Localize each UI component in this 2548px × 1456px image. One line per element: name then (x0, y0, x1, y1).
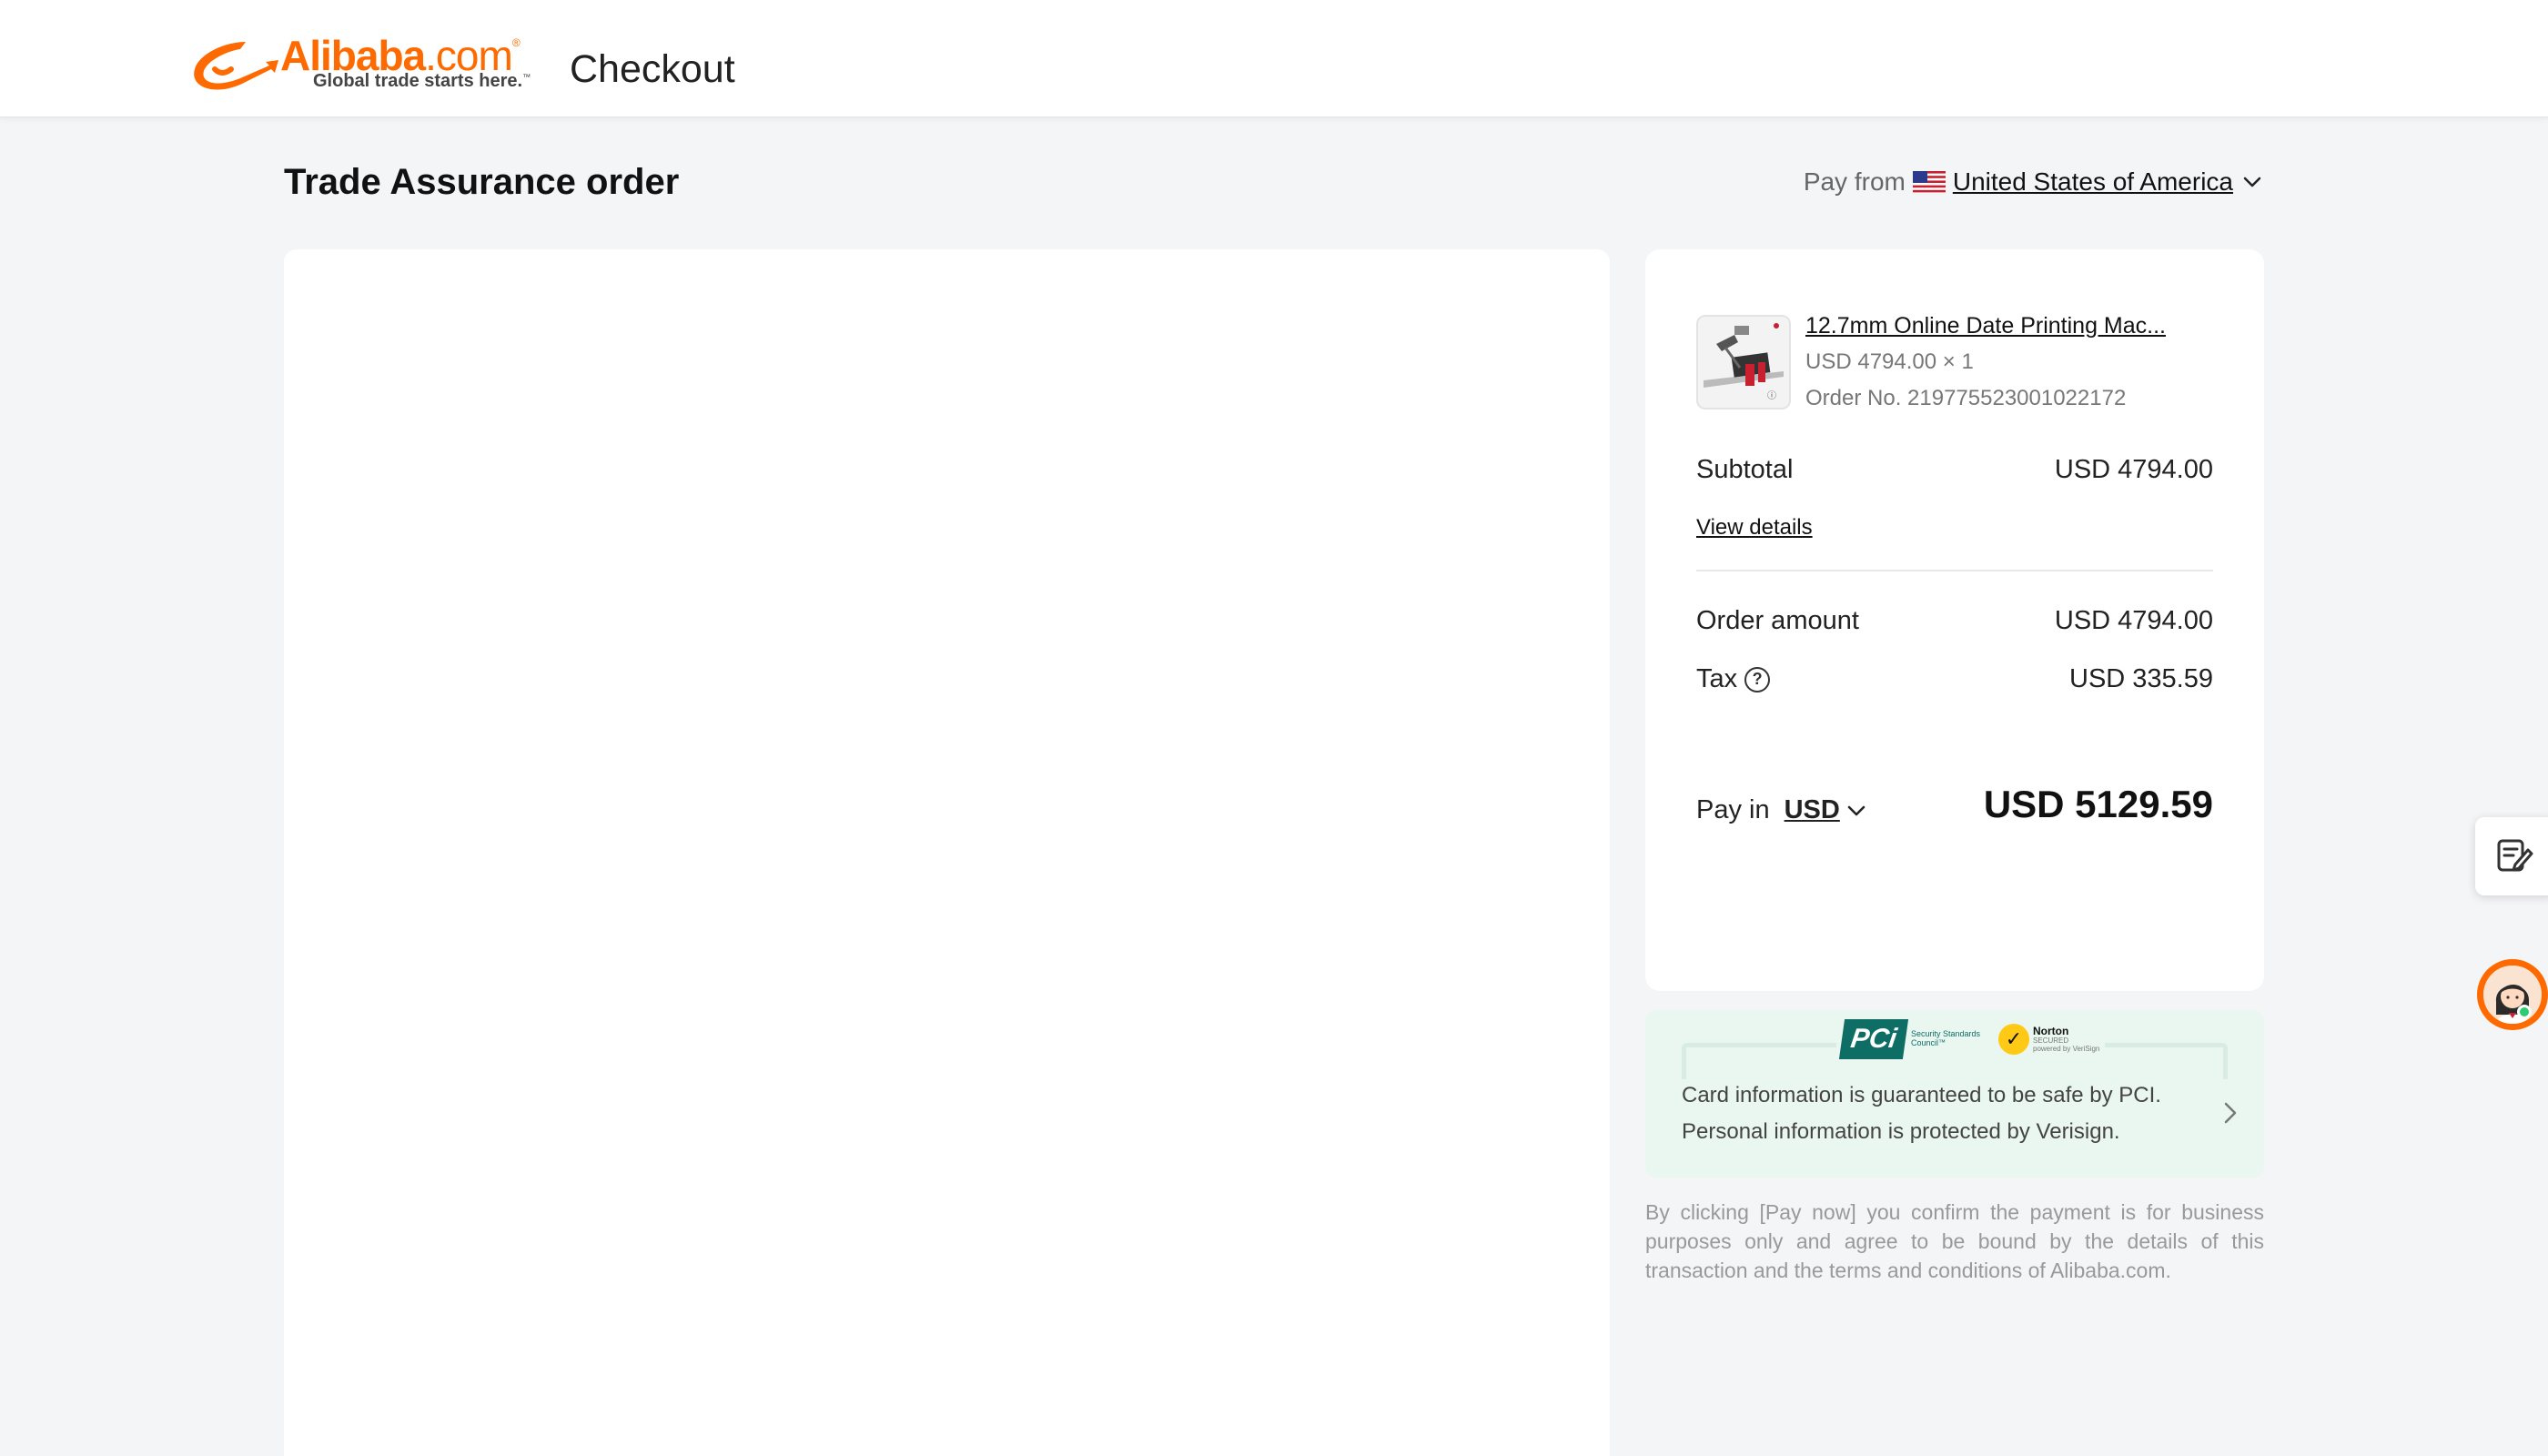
security-badges: PCi Security Standards Council™ ✓ Norton… (1836, 1019, 2106, 1059)
tax-row: Tax ? USD 335.59 (1696, 664, 2213, 694)
view-details-link[interactable]: View details (1696, 515, 1813, 541)
product-name-link[interactable]: 12.7mm Online Date Printing Mac... (1805, 313, 2188, 339)
security-info-card[interactable]: PCi Security Standards Council™ ✓ Norton… (1645, 1010, 2264, 1178)
tax-label-group: Tax ? (1696, 664, 1771, 694)
order-amount-label: Order amount (1696, 606, 1859, 635)
pay-in-currency[interactable]: USD (1785, 795, 1840, 825)
order-summary-card: ⓘ 12.7mm Online Date Printing Mac... USD… (1645, 249, 2264, 991)
online-status-dot (2517, 1005, 2532, 1019)
svg-text:ⓘ: ⓘ (1767, 390, 1776, 401)
pci-council-text: Security Standards Council™ (1911, 1029, 1981, 1047)
customer-service-avatar-icon (2483, 966, 2542, 1024)
top-header: Alibaba.com® Global trade starts here.™ … (0, 0, 2548, 117)
payment-disclaimer: By clicking [Pay now] you confirm the pa… (1645, 1200, 2264, 1282)
norton-text: Norton SECURED powered by VeriSign (2033, 1024, 2100, 1053)
chevron-down-icon[interactable] (1845, 800, 1867, 822)
pay-in-label: Pay in (1696, 795, 1770, 824)
date-printing-machine-image: ⓘ (1698, 317, 1789, 408)
tax-value: USD 335.59 (2069, 664, 2213, 693)
alibaba-logo[interactable]: Alibaba.com® Global trade starts here.™ (187, 32, 542, 96)
alibaba-smile-icon (194, 42, 278, 90)
norton-check-icon: ✓ (1998, 1024, 2029, 1055)
customer-service-button[interactable] (2477, 959, 2548, 1030)
feedback-button[interactable] (2475, 817, 2548, 895)
subtotal-row: Subtotal USD 4794.00 (1696, 455, 2213, 485)
norton-logo: ✓ Norton SECURED powered by VeriSign (1998, 1024, 2099, 1055)
product-thumbnail[interactable]: ⓘ (1696, 315, 1791, 410)
pci-logo: PCi (1838, 1019, 1909, 1059)
order-number: Order No. 219775523001022172 (1805, 386, 2127, 410)
chevron-down-icon[interactable] (2240, 170, 2264, 194)
chevron-right-icon[interactable] (2220, 1099, 2240, 1127)
checkout-title: Checkout (570, 47, 735, 91)
subtotal-label: Subtotal (1696, 455, 1794, 484)
pay-from-country[interactable]: United States of America (1953, 167, 2233, 197)
pay-from-label: Pay from (1803, 167, 1906, 196)
summary-divider (1696, 570, 2213, 571)
product-unit-price: USD 4794.00 × 1 (1805, 349, 1974, 374)
payment-method-panel (284, 249, 1610, 1456)
security-text-pci: Card information is guaranteed to be saf… (1682, 1083, 2161, 1107)
subtotal-value: USD 4794.00 (2054, 455, 2213, 484)
order-total: USD 5129.59 (1983, 783, 2213, 825)
currency-selector[interactable]: USD (1785, 795, 1867, 825)
pay-in-row: Pay in USD (1696, 795, 1867, 825)
question-circle-icon[interactable]: ? (1744, 666, 1771, 693)
feedback-form-icon (2497, 839, 2533, 872)
order-amount-value: USD 4794.00 (2054, 606, 2213, 635)
us-flag-icon (1912, 171, 1946, 193)
tax-label: Tax (1696, 664, 1738, 693)
order-amount-row: Order amount USD 4794.00 (1696, 606, 2213, 636)
logo-tagline: Global trade starts here.™ (313, 71, 531, 91)
security-text-verisign: Personal information is protected by Ver… (1682, 1119, 2120, 1144)
pay-from-selector[interactable]: Pay from United States of America (1804, 167, 2264, 197)
page-title: Trade Assurance order (284, 162, 680, 202)
